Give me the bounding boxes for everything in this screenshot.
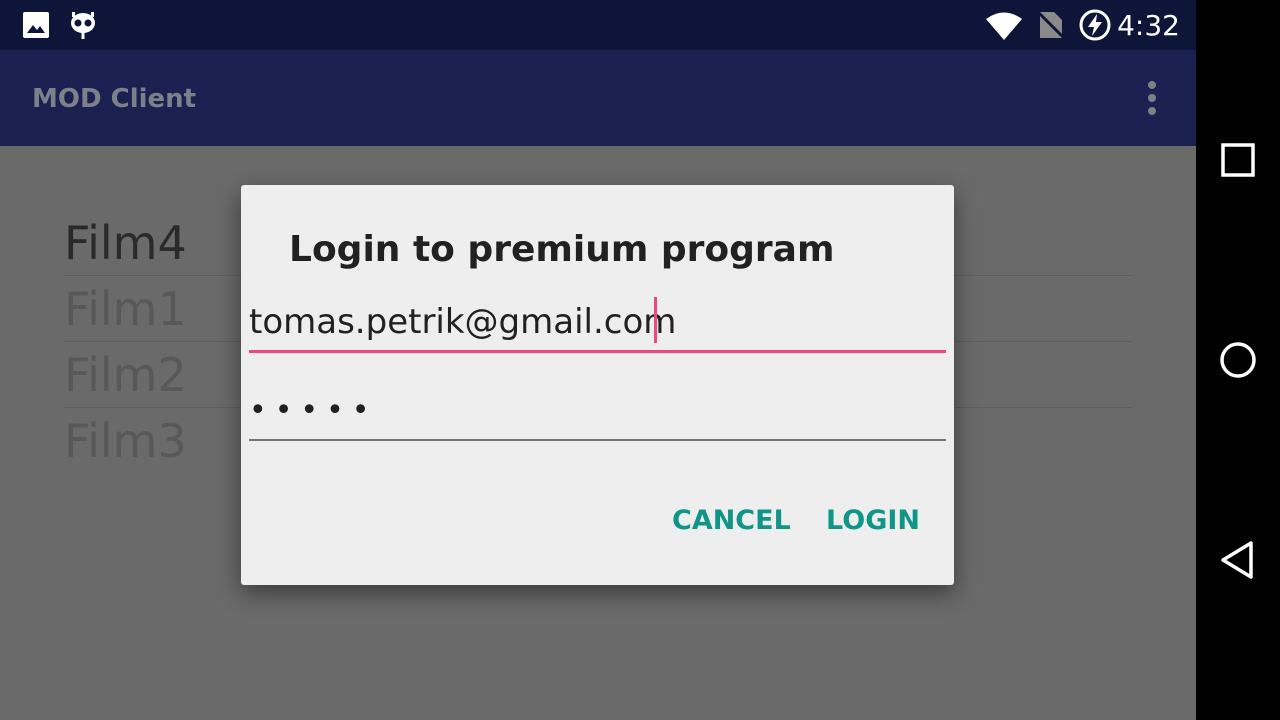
status-time: 4:32: [1117, 9, 1180, 42]
battery-charging-icon: [1079, 9, 1111, 41]
image-icon: [23, 12, 49, 38]
login-dialog: Login to premium program CANCEL LOGIN: [241, 185, 954, 585]
no-sim-icon: [1036, 10, 1066, 40]
cyanogen-icon: [71, 12, 95, 39]
recents-icon[interactable]: [1216, 138, 1260, 182]
status-bar: 4:32: [0, 0, 1196, 50]
cancel-button[interactable]: CANCEL: [672, 505, 791, 536]
login-button[interactable]: LOGIN: [826, 505, 920, 536]
back-icon[interactable]: [1216, 538, 1260, 582]
app-bar: MOD Client: [0, 50, 1196, 146]
wifi-icon: [986, 12, 1022, 40]
dialog-title: Login to premium program: [289, 229, 835, 270]
password-field[interactable]: [249, 381, 946, 441]
text-cursor: [654, 297, 657, 343]
home-icon[interactable]: [1216, 338, 1260, 382]
app-title: MOD Client: [32, 84, 197, 114]
overflow-menu-icon[interactable]: [1140, 80, 1164, 116]
navigation-bar: [1196, 0, 1280, 720]
email-field[interactable]: [249, 293, 946, 353]
